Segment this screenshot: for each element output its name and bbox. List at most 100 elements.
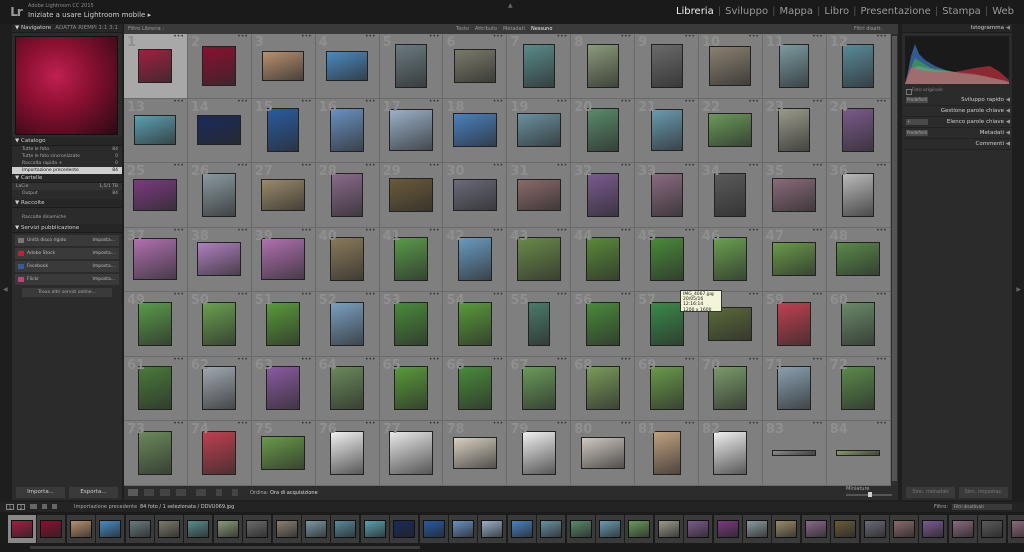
export-button[interactable]: Esporta... <box>69 487 118 498</box>
painter-icon[interactable] <box>216 489 222 496</box>
filmstrip-thumbnail[interactable] <box>125 515 154 543</box>
cell-options-icon[interactable]: ••• <box>621 227 632 234</box>
main-screen-button[interactable]: 1 <box>6 504 14 510</box>
compare-view-icon[interactable] <box>160 489 170 496</box>
grid-cell[interactable]: 51 ••• <box>251 291 316 357</box>
folder-volume[interactable]: LaCie 1,5/1 TB <box>12 183 122 190</box>
module-sviluppo[interactable]: Sviluppo <box>721 6 772 17</box>
section-collapse-icon[interactable]: ◀ <box>1006 106 1010 117</box>
photo-thumbnail[interactable] <box>457 301 492 346</box>
survey-view-icon[interactable] <box>176 489 186 496</box>
filmstrip-thumbnail[interactable] <box>919 515 948 543</box>
module-presentazione[interactable]: Presentazione <box>857 6 935 17</box>
filmstrip-thumbnail[interactable] <box>1007 515 1024 543</box>
photo-thumbnail[interactable] <box>713 237 748 282</box>
filmstrip-thumbnail[interactable] <box>360 515 389 543</box>
grid-cell[interactable]: 6 ••• <box>443 33 508 99</box>
filmstrip-thumbnail[interactable] <box>654 515 683 543</box>
filmstrip-thumbnail[interactable] <box>948 515 977 543</box>
cell-options-icon[interactable]: ••• <box>173 356 184 363</box>
cell-options-icon[interactable]: ••• <box>684 162 695 169</box>
photo-thumbnail[interactable] <box>585 237 620 282</box>
left-panel-toggle-icon[interactable]: ◀ <box>3 286 8 293</box>
grid-cell[interactable]: 31 ••• <box>507 162 572 228</box>
cell-options-icon[interactable]: ••• <box>876 291 887 298</box>
thumbnail-size-slider-knob[interactable] <box>868 492 872 497</box>
cell-options-icon[interactable]: ••• <box>493 98 504 105</box>
filmstrip-thumbnail[interactable] <box>831 515 860 543</box>
cell-options-icon[interactable]: ••• <box>621 98 632 105</box>
cell-options-icon[interactable]: ••• <box>429 291 440 298</box>
grid-cell[interactable]: 82 ••• <box>699 420 763 486</box>
cell-options-icon[interactable]: ••• <box>173 227 184 234</box>
photo-thumbnail[interactable] <box>777 366 812 411</box>
photo-thumbnail[interactable] <box>772 242 817 277</box>
filmstrip-thumbnail[interactable] <box>213 515 242 543</box>
cell-options-icon[interactable]: ••• <box>365 420 376 427</box>
grid-cell[interactable]: 15 ••• <box>251 98 316 163</box>
photo-thumbnail[interactable] <box>389 177 433 212</box>
cell-options-icon[interactable]: ••• <box>173 98 184 105</box>
photo-thumbnail[interactable] <box>772 177 817 212</box>
grid-cell[interactable]: 40 ••• <box>315 227 380 292</box>
back-arrow-icon[interactable] <box>42 504 47 509</box>
cell-options-icon[interactable]: ••• <box>365 33 376 40</box>
sync-metadata-button[interactable]: Sinc. metadati <box>906 487 955 498</box>
right-panel-edge[interactable]: ▶ <box>1013 24 1024 500</box>
grid-cell[interactable]: 46 ••• <box>699 227 763 292</box>
photo-thumbnail[interactable] <box>650 172 683 217</box>
photo-thumbnail[interactable] <box>516 113 561 148</box>
grid-cell[interactable]: 13 ••• <box>124 98 188 163</box>
photo-thumbnail[interactable] <box>202 366 237 411</box>
cell-options-icon[interactable]: ••• <box>429 98 440 105</box>
find-more-services-button[interactable]: Trova altri servizi online... <box>22 288 112 297</box>
photo-thumbnail[interactable] <box>138 48 173 83</box>
grid-cell[interactable]: 35 ••• <box>762 162 827 228</box>
cell-options-icon[interactable]: ••• <box>557 162 568 169</box>
cell-options-icon[interactable]: ••• <box>748 291 759 298</box>
cell-options-icon[interactable]: ••• <box>812 356 823 363</box>
cell-options-icon[interactable]: ••• <box>557 291 568 298</box>
grid-cell[interactable]: 16 ••• <box>315 98 380 163</box>
grid-cell[interactable]: 80 ••• <box>571 420 636 486</box>
folder-item[interactable]: Output 84 <box>12 190 122 197</box>
photo-thumbnail[interactable] <box>330 366 365 411</box>
photo-thumbnail[interactable] <box>522 43 555 88</box>
grid-cell[interactable]: 24 ••• <box>826 98 891 163</box>
photo-thumbnail[interactable] <box>457 237 492 282</box>
grid-cell[interactable]: 37 ••• <box>124 227 188 292</box>
cell-options-icon[interactable]: ••• <box>365 356 376 363</box>
photo-thumbnail[interactable] <box>134 115 177 146</box>
filmstrip-source[interactable]: Importazione precedente <box>74 502 137 512</box>
folders-header[interactable]: ▼ Cartelle <box>12 174 122 183</box>
photo-thumbnail[interactable] <box>516 178 561 211</box>
grid-cell[interactable]: 63 ••• <box>251 356 316 421</box>
grid-cell[interactable]: 36 ••• <box>826 162 891 228</box>
top-panel-toggle-icon[interactable]: ▲ <box>508 2 513 9</box>
filmstrip-scrollbar-thumb[interactable] <box>30 546 420 549</box>
cell-options-icon[interactable]: ••• <box>812 98 823 105</box>
grid-cell[interactable]: 61 ••• <box>124 356 188 421</box>
grid-cell[interactable]: 39 ••• <box>251 227 316 292</box>
grid-cell[interactable]: 56 ••• <box>571 291 636 357</box>
grid-cell[interactable]: 77 ••• <box>379 420 444 486</box>
grid-cell[interactable]: 55 ••• <box>507 291 572 357</box>
grid-cell[interactable]: 68 ••• <box>571 356 636 421</box>
photo-thumbnail[interactable] <box>779 43 810 88</box>
photo-thumbnail[interactable] <box>842 43 875 88</box>
photo-thumbnail[interactable] <box>202 172 237 217</box>
cell-options-icon[interactable]: ••• <box>621 356 632 363</box>
cell-options-icon[interactable]: ••• <box>365 162 376 169</box>
grid-cell[interactable]: 78 ••• <box>443 420 508 486</box>
cell-options-icon[interactable]: ••• <box>748 420 759 427</box>
grid-cell[interactable]: 12 ••• <box>826 33 891 99</box>
cell-options-icon[interactable]: ••• <box>429 356 440 363</box>
filmstrip-thumbnail[interactable] <box>684 515 713 543</box>
grid-cell[interactable]: 71 ••• <box>762 356 827 421</box>
grid-cell[interactable]: 22 ••• <box>699 98 763 163</box>
cell-options-icon[interactable]: ••• <box>429 162 440 169</box>
filmstrip-thumbnail[interactable] <box>625 515 654 543</box>
photo-thumbnail[interactable] <box>452 178 497 211</box>
grid-cell[interactable]: 83 ••• <box>762 420 827 486</box>
right-panel-section[interactable]: Predefiniti Metadati ◀ <box>902 128 1012 139</box>
